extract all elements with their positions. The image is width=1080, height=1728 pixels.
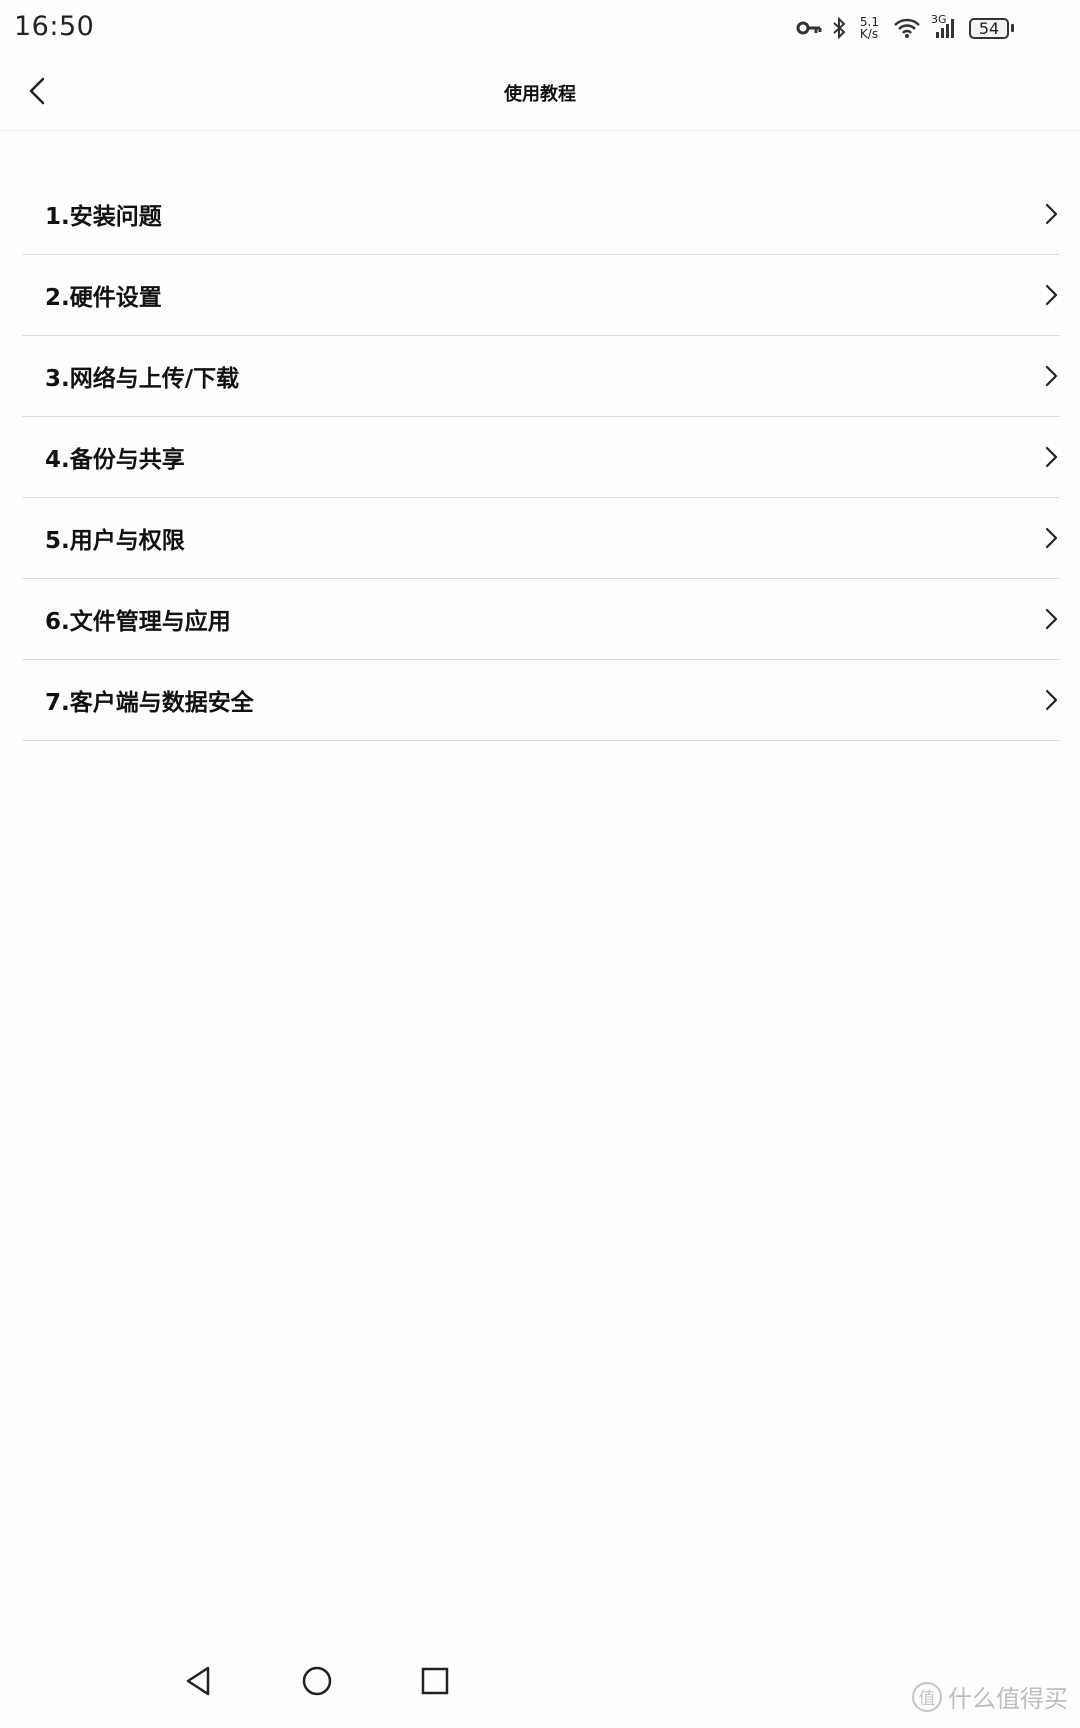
tutorial-item-backup[interactable]: 4.备份与共享 (22, 417, 1060, 498)
nav-recents-icon (420, 1666, 450, 1700)
watermark-text: 什么值得买 (948, 1685, 1068, 1713)
key-icon (796, 20, 822, 36)
mobile-network-label: 3G (931, 13, 947, 26)
tutorial-item-files[interactable]: 6.文件管理与应用 (22, 579, 1060, 660)
chevron-right-icon (1044, 689, 1058, 711)
tutorial-list: 1.安装问题 2.硬件设置 3.网络与上传/下载 4.备份与共享 5.用户与权限… (22, 174, 1060, 741)
tutorial-item-install[interactable]: 1.安装问题 (22, 174, 1060, 255)
wifi-icon (893, 17, 921, 39)
network-speed: 5.1 K/s (860, 16, 879, 40)
watermark: 值 什么值得买 (912, 1679, 1068, 1714)
nav-back-icon (184, 1665, 214, 1701)
tutorial-item-client-security[interactable]: 7.客户端与数据安全 (22, 660, 1060, 741)
chevron-right-icon (1044, 203, 1058, 225)
chevron-right-icon (1044, 608, 1058, 630)
nav-home-button[interactable] (292, 1658, 342, 1708)
nav-home-icon (301, 1665, 333, 1701)
tutorial-item-label: 5.用户与权限 (45, 528, 185, 554)
nav-recents-button[interactable] (410, 1658, 460, 1708)
chevron-right-icon (1044, 284, 1058, 306)
chevron-right-icon (1044, 365, 1058, 387)
tutorial-item-label: 4.备份与共享 (45, 447, 185, 473)
signal-icon: 3G (931, 13, 959, 40)
status-time: 16:50 (14, 11, 95, 42)
page-title: 使用教程 (504, 84, 576, 105)
tutorial-item-label: 1.安装问题 (45, 204, 162, 230)
chevron-right-icon (1044, 446, 1058, 468)
status-icons: 5.1 K/s 3G 54 (796, 13, 1014, 43)
tutorial-item-label: 7.客户端与数据安全 (45, 690, 254, 716)
tutorial-item-label: 6.文件管理与应用 (45, 609, 231, 635)
tutorial-item-label: 3.网络与上传/下载 (45, 366, 240, 392)
battery-level: 54 (969, 17, 1009, 39)
chevron-right-icon (1044, 527, 1058, 549)
watermark-badge: 值 (912, 1681, 942, 1712)
bluetooth-icon (832, 17, 846, 39)
navigation-bar: 值 什么值得买 (0, 1638, 1080, 1728)
tutorial-item-network[interactable]: 3.网络与上传/下载 (22, 336, 1060, 417)
battery-tip (1011, 24, 1014, 32)
status-bar: 16:50 5.1 K/s 3G 54 (0, 0, 1080, 56)
nav-back-button[interactable] (174, 1658, 224, 1708)
net-speed-unit: K/s (859, 27, 879, 41)
tutorial-item-users[interactable]: 5.用户与权限 (22, 498, 1060, 579)
tutorial-item-label: 2.硬件设置 (45, 285, 162, 311)
tutorial-item-hardware[interactable]: 2.硬件设置 (22, 255, 1060, 336)
battery-icon: 54 (969, 17, 1014, 39)
app-header: 使用教程 (0, 56, 1080, 131)
